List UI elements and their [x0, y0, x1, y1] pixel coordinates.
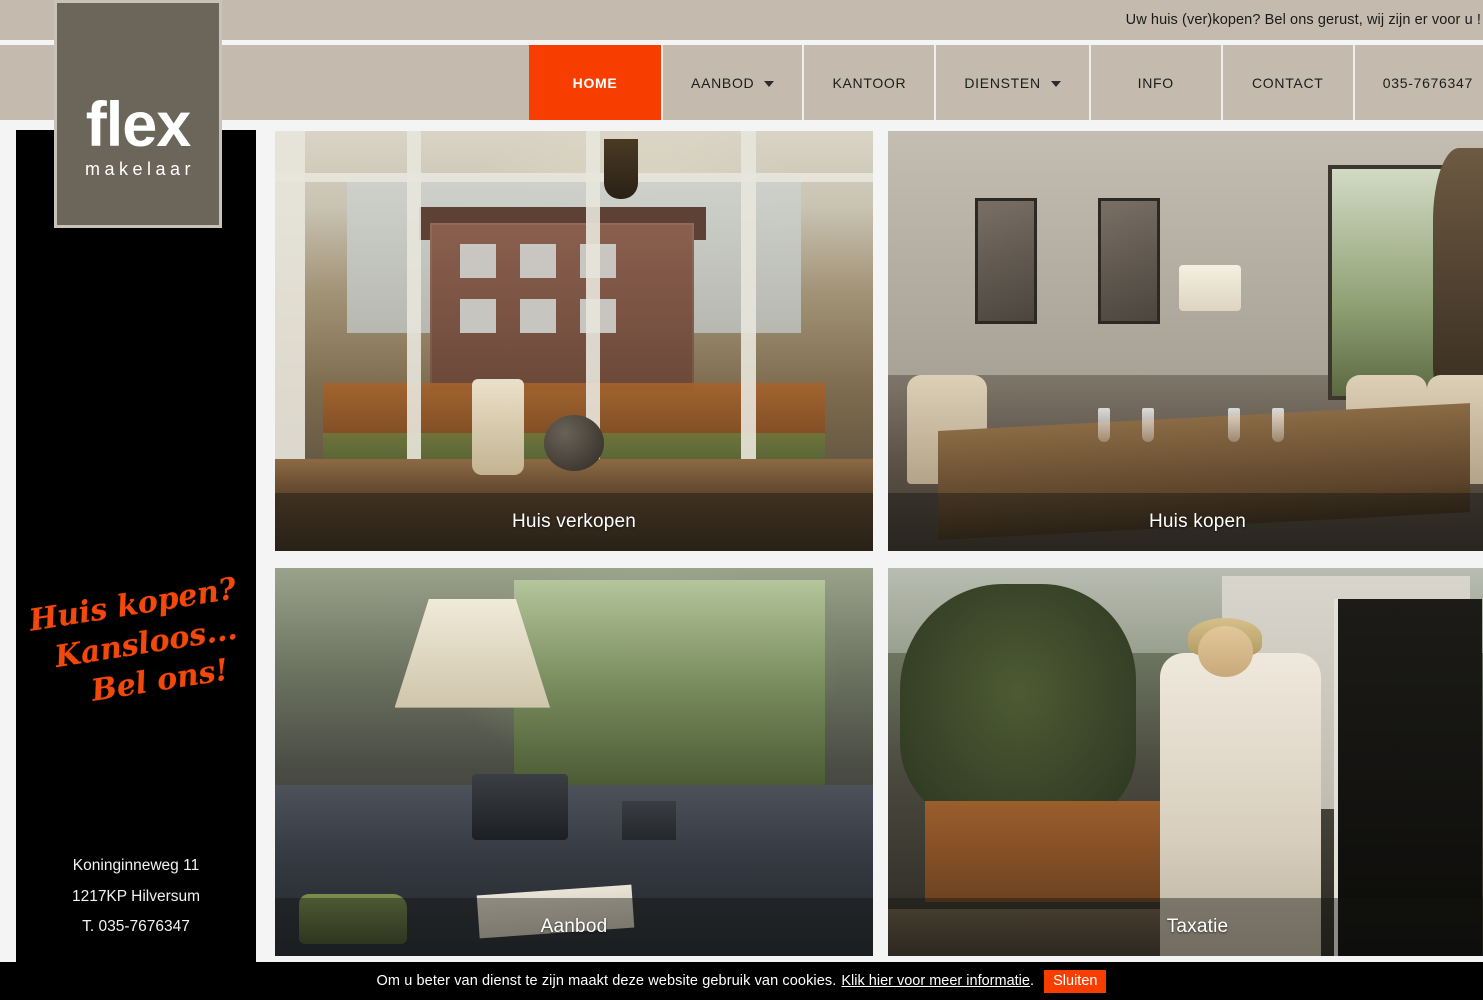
top-announcement-bar: Uw huis (ver)kopen? Bel ons gerust, wij …: [0, 0, 1483, 40]
nav-item-info[interactable]: INFO: [1088, 45, 1221, 120]
tile-caption-huis-kopen: Huis kopen: [1148, 511, 1247, 532]
tile-caption-huis-verkopen: Huis verkopen: [511, 511, 637, 532]
tile-grid: Huis verkopen Huis kopen Aanbod Taxatie: [275, 131, 1483, 956]
address-street: Koninginneweg 11: [72, 857, 200, 875]
sidebar-address-block: Koninginneweg 11 1217KP Hilversum T. 035…: [16, 851, 256, 942]
page-root: Uw huis (ver)kopen? Bel ons gerust, wij …: [0, 0, 1483, 1000]
main-navigation: HOME AANBOD KANTOOR DIENSTEN INFO CONTAC…: [0, 45, 1483, 120]
tile-caption-bar: Huis verkopen: [275, 493, 873, 551]
cookie-consent-bar: Om u beter van dienst te zijn maakt deze…: [0, 962, 1483, 1000]
site-logo[interactable]: flex makelaar: [54, 0, 222, 228]
sidebar-slogan: Huis kopen? Kansloos... Bel ons!: [26, 569, 252, 719]
nav-item-home-label: HOME: [572, 74, 618, 91]
tile-photo-dining-room: [888, 131, 1483, 551]
tile-aanbod[interactable]: Aanbod: [275, 568, 873, 956]
tile-huis-verkopen[interactable]: Huis verkopen: [275, 131, 873, 551]
chevron-down-icon: [764, 80, 775, 87]
nav-item-info-label: INFO: [1137, 74, 1174, 91]
nav-item-kantoor[interactable]: KANTOOR: [802, 45, 934, 120]
top-announcement-text: Uw huis (ver)kopen? Bel ons gerust, wij …: [1125, 12, 1481, 28]
tile-photo-window-view: [275, 131, 873, 551]
nav-item-aanbod-label: AANBOD: [691, 74, 755, 91]
nav-item-contact-label: CONTACT: [1252, 74, 1324, 91]
tile-caption-bar: Aanbod: [275, 898, 873, 956]
cookie-message: Om u beter van dienst te zijn maakt deze…: [376, 973, 837, 989]
logo-wordmark: flex: [85, 89, 192, 160]
address-city: 1217KP Hilversum: [71, 887, 201, 905]
nav-item-home[interactable]: HOME: [529, 45, 662, 120]
cookie-period: .: [1029, 973, 1035, 989]
nav-item-diensten[interactable]: DIENSTEN: [934, 45, 1088, 120]
tile-caption-bar: Huis kopen: [888, 493, 1483, 551]
address-phone: T. 035-7676347: [82, 917, 190, 935]
nav-item-contact[interactable]: CONTACT: [1220, 45, 1353, 120]
logo-tagline: makelaar: [84, 159, 196, 180]
tile-caption-aanbod: Aanbod: [540, 916, 608, 937]
nav-item-aanbod[interactable]: AANBOD: [661, 45, 802, 120]
cookie-info-link[interactable]: Klik hier voor meer informatie: [841, 973, 1030, 989]
tile-huis-kopen[interactable]: Huis kopen: [888, 131, 1483, 551]
nav-item-phone-label: 035-7676347: [1382, 74, 1473, 91]
nav-item-kantoor-label: KANTOOR: [832, 74, 907, 91]
cookie-close-button[interactable]: Sluiten: [1044, 969, 1107, 993]
nav-item-diensten-label: DIENSTEN: [964, 74, 1041, 91]
tile-caption-taxatie: Taxatie: [1166, 916, 1229, 937]
left-sidebar: Huis kopen? Kansloos... Bel ons! Koningi…: [16, 130, 256, 1000]
nav-item-phone[interactable]: 035-7676347: [1352, 45, 1483, 120]
chevron-down-icon: [1050, 80, 1061, 87]
tile-caption-bar: Taxatie: [888, 898, 1483, 956]
tile-taxatie[interactable]: Taxatie: [888, 568, 1483, 956]
